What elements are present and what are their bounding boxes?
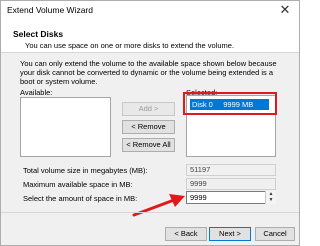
total-size-label: Total volume size in megabytes (MB): (23, 166, 148, 175)
amount-input[interactable]: 9999 (186, 191, 276, 204)
extend-volume-dialog: Extend Volume Wizard ✕ Select Disks You … (0, 0, 300, 246)
footer-divider (1, 212, 299, 213)
title-bar: Extend Volume Wizard ✕ (1, 1, 299, 21)
amount-label: Select the amount of space in MB: (23, 194, 138, 203)
page-title: Select Disks (13, 29, 64, 39)
cancel-button[interactable]: Cancel (255, 227, 295, 241)
next-button[interactable]: Next > (209, 227, 251, 241)
annotation-arrow-icon (132, 194, 185, 217)
close-icon[interactable]: ✕ (277, 2, 293, 18)
remove-button[interactable]: < Remove (122, 120, 175, 134)
max-space-value: 9999 (186, 178, 276, 190)
available-disks-list[interactable] (20, 97, 111, 157)
max-space-label: Maximum available space in MB: (23, 180, 133, 189)
available-label: Available: (20, 88, 53, 97)
amount-spinner[interactable]: ▲ ▼ (265, 191, 276, 204)
total-size-value: 51197 (186, 164, 276, 176)
spin-down-icon[interactable]: ▼ (266, 197, 276, 203)
window-title: Extend Volume Wizard (7, 5, 93, 15)
wizard-header: Select Disks You can use space on one or… (1, 21, 299, 53)
back-button[interactable]: < Back (165, 227, 207, 241)
page-subtitle: You can use space on one or more disks t… (25, 41, 235, 50)
remove-all-button[interactable]: < Remove All (122, 138, 175, 152)
selected-disk-highlight-box (183, 92, 277, 115)
description-text: You can only extend the volume to the av… (20, 59, 277, 86)
add-button[interactable]: Add > (122, 102, 175, 116)
